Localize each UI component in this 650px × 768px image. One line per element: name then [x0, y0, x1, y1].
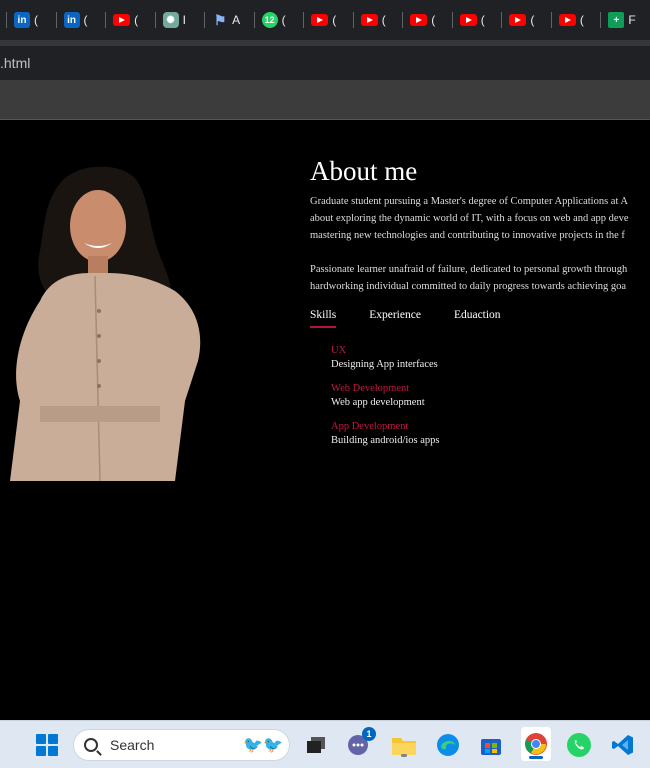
youtube-icon	[360, 14, 378, 26]
linkedin-icon: in	[63, 12, 80, 28]
about-title: About me	[310, 156, 418, 186]
address-bar[interactable]: .html	[0, 46, 650, 80]
chat-icon[interactable]: 1	[344, 727, 376, 759]
microsoft-store-icon[interactable]	[477, 731, 505, 759]
taskbar: Search 🐦🐦 1	[0, 720, 650, 768]
browser-tab[interactable]: in(	[55, 0, 106, 40]
search-icon	[84, 738, 98, 752]
chrome-icon[interactable]	[521, 727, 551, 761]
skill-title: Web Development	[331, 383, 410, 394]
tab-education[interactable]: Eduaction	[454, 309, 501, 328]
browser-tab[interactable]: ⚑ A	[204, 0, 254, 40]
browser-tab[interactable]: (	[303, 0, 353, 40]
browser-tab-title: (	[134, 13, 139, 27]
browser-tab-title: (	[530, 13, 535, 27]
url-text[interactable]: .html	[0, 55, 30, 71]
skill-title: UX	[331, 345, 347, 356]
tab-skills[interactable]: Skills	[310, 309, 337, 328]
flag-icon: ⚑	[213, 11, 227, 28]
about-p2-line: Passionate learner unafraid of failure, …	[310, 264, 628, 275]
linkedin-icon: in	[14, 12, 30, 28]
edge-icon[interactable]	[434, 731, 462, 759]
search-placeholder: Search	[110, 737, 155, 753]
skill-description: Designing App interfaces	[331, 359, 438, 370]
browser-tab-title: (	[281, 13, 286, 27]
browser-tab-title: (	[83, 13, 88, 27]
skill-item: App Development Building android/ios app…	[331, 420, 650, 448]
file-explorer-icon[interactable]	[390, 731, 418, 759]
browser-tab[interactable]: + F	[600, 0, 650, 40]
taskbar-search[interactable]: Search 🐦🐦	[73, 729, 290, 761]
browser-tab[interactable]: (	[501, 0, 551, 40]
profile-photo	[10, 166, 201, 481]
browser-tab-title: (	[431, 13, 436, 27]
skill-item: UX Designing App interfaces	[331, 344, 650, 372]
about-paragraph-1: Graduate student pursuing a Master's deg…	[310, 193, 650, 244]
browser-tab-title: I	[182, 13, 186, 27]
browser-tab-title: (	[34, 13, 38, 27]
youtube-icon	[410, 14, 428, 26]
browser-tab[interactable]: (	[352, 0, 403, 40]
portfolio-page: About me Graduate student pursuing a Mas…	[0, 121, 650, 720]
youtube-icon	[311, 14, 329, 26]
browser-tab-title: A	[232, 13, 241, 27]
browser-tab-title: (	[381, 13, 386, 27]
skill-item: Web Development Web app development	[331, 382, 650, 410]
youtube-icon	[558, 14, 576, 26]
skills-list: UX Designing App interfaces Web Developm…	[331, 344, 650, 448]
search-highlight-icon: 🐦🐦	[243, 737, 283, 754]
browser-tab[interactable]: (	[402, 0, 452, 40]
about-p1-line: mastering new technologies and contribut…	[310, 230, 625, 241]
browser-tab-title: F	[628, 13, 636, 27]
browser-tab-title: (	[332, 13, 337, 27]
devtools-toolbar	[0, 80, 650, 120]
whatsapp-icon: 12	[261, 12, 278, 28]
active-indicator	[529, 756, 543, 759]
windows-start-icon[interactable]	[36, 734, 58, 756]
about-paragraph-2: Passionate learner unafraid of failure, …	[310, 261, 650, 295]
tab-experience[interactable]: Experience	[369, 309, 421, 328]
youtube-icon	[509, 14, 527, 26]
about-p1-line: Graduate student pursuing a Master's deg…	[310, 196, 628, 207]
browser-tab-strip: in(in((✺ I ⚑ A 12(((((((+ F	[0, 0, 650, 40]
browser-tab[interactable]: in (	[6, 0, 56, 40]
browser-tab-title: (	[579, 13, 584, 27]
about-tabs: Skills Experience Eduaction	[310, 309, 650, 328]
browser-tab[interactable]: ✺ I	[154, 0, 205, 40]
browser-tab[interactable]: 12(	[253, 0, 304, 40]
skill-description: Building android/ios apps	[331, 435, 440, 446]
task-view-icon[interactable]	[302, 731, 330, 759]
chat-badge: 1	[362, 727, 376, 741]
skill-description: Web app development	[331, 397, 425, 408]
browser-tab[interactable]: (	[451, 0, 502, 40]
about-p2-line: hardworking individual committed to dail…	[310, 281, 627, 292]
youtube-icon	[459, 14, 477, 26]
running-indicator	[401, 754, 407, 757]
browser-tab[interactable]: (	[105, 0, 155, 40]
browser-tab-title: (	[480, 13, 485, 27]
youtube-icon	[113, 14, 131, 26]
about-p1-line: about exploring the dynamic world of IT,…	[310, 213, 629, 224]
sheets-icon: +	[608, 12, 625, 28]
skill-title: App Development	[331, 421, 409, 432]
vscode-icon[interactable]	[609, 731, 637, 759]
about-section: About me Graduate student pursuing a Mas…	[310, 155, 650, 458]
chatgpt-icon: ✺	[162, 12, 179, 28]
browser-tab[interactable]: (	[550, 0, 601, 40]
whatsapp-icon[interactable]	[565, 731, 593, 759]
